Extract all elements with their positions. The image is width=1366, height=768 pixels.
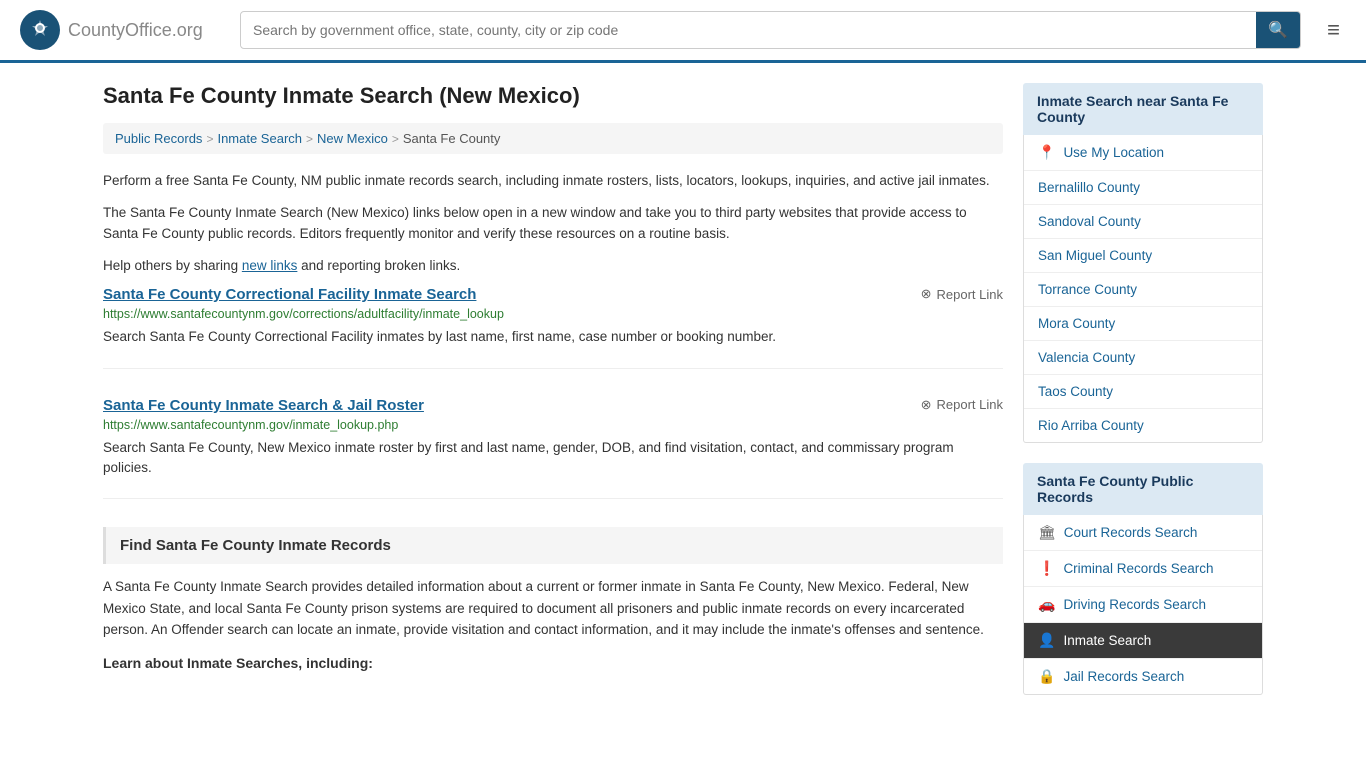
breadcrumb: Public Records > Inmate Search > New Mex…: [103, 123, 1003, 154]
result-2-desc: Search Santa Fe County, New Mexico inmat…: [103, 438, 1003, 479]
sidebar-item-bernalillo[interactable]: Bernalillo County: [1024, 171, 1262, 205]
criminal-icon: ❗: [1038, 560, 1055, 577]
find-section-text: A Santa Fe County Inmate Search provides…: [103, 576, 1003, 641]
sidebar-public-records-header: Santa Fe County Public Records: [1023, 463, 1263, 515]
taos-link[interactable]: Taos County: [1038, 384, 1113, 399]
result-1-title[interactable]: Santa Fe County Correctional Facility In…: [103, 286, 476, 303]
breadcrumb-public-records[interactable]: Public Records: [115, 131, 202, 146]
sidebar: Inmate Search near Santa Fe County 📍 Use…: [1023, 83, 1263, 715]
search-bar: 🔍: [240, 11, 1301, 49]
sidebar-item-valencia[interactable]: Valencia County: [1024, 341, 1262, 375]
breadcrumb-sep-3: >: [392, 132, 399, 146]
result-2-report-link[interactable]: ⊗ Report Link: [921, 397, 1003, 413]
result-2-url[interactable]: https://www.santafecountynm.gov/inmate_l…: [103, 418, 1003, 432]
hamburger-menu-icon[interactable]: ≡: [1321, 11, 1346, 49]
car-icon: 🚗: [1038, 596, 1055, 613]
intro-paragraph-2: The Santa Fe County Inmate Search (New M…: [103, 202, 1003, 245]
page-title: Santa Fe County Inmate Search (New Mexic…: [103, 83, 1003, 109]
logo-icon: [20, 10, 60, 50]
search-input[interactable]: [241, 14, 1256, 46]
sidebar-item-driving-records[interactable]: 🚗 Driving Records Search: [1024, 587, 1262, 623]
search-button[interactable]: 🔍: [1256, 12, 1300, 48]
result-1-desc: Search Santa Fe County Correctional Faci…: [103, 327, 1003, 347]
breadcrumb-new-mexico[interactable]: New Mexico: [317, 131, 388, 146]
sidebar-public-records-list: 🏛 Court Records Search ❗ Criminal Record…: [1023, 515, 1263, 695]
intro3-suffix: and reporting broken links.: [301, 258, 460, 273]
criminal-records-link[interactable]: Criminal Records Search: [1063, 561, 1213, 576]
court-records-link[interactable]: Court Records Search: [1064, 525, 1198, 540]
logo-text: CountyOffice.org: [68, 20, 203, 41]
intro-paragraph-3: Help others by sharing new links and rep…: [103, 255, 1003, 277]
result-1-header: Santa Fe County Correctional Facility In…: [103, 286, 1003, 303]
sidebar-item-inmate-search[interactable]: 👤 Inmate Search: [1024, 623, 1262, 659]
sidebar-item-rio-arriba[interactable]: Rio Arriba County: [1024, 409, 1262, 442]
sidebar-nearby-list: 📍 Use My Location Bernalillo County Sand…: [1023, 135, 1263, 443]
sidebar-nearby-header: Inmate Search near Santa Fe County: [1023, 83, 1263, 135]
use-my-location-link[interactable]: Use My Location: [1063, 145, 1164, 160]
find-section-heading: Find Santa Fe County Inmate Records: [103, 527, 1003, 564]
report-label-2: Report Link: [937, 397, 1003, 412]
sandoval-link[interactable]: Sandoval County: [1038, 214, 1141, 229]
intro-paragraph-1: Perform a free Santa Fe County, NM publi…: [103, 170, 1003, 192]
mora-link[interactable]: Mora County: [1038, 316, 1115, 331]
logo-area: CountyOffice.org: [20, 10, 220, 50]
sidebar-item-jail-records[interactable]: 🔒 Jail Records Search: [1024, 659, 1262, 694]
sidebar-item-use-my-location[interactable]: 📍 Use My Location: [1024, 135, 1262, 171]
new-links-link[interactable]: new links: [242, 258, 298, 273]
rio-arriba-link[interactable]: Rio Arriba County: [1038, 418, 1144, 433]
sidebar-nearby-section: Inmate Search near Santa Fe County 📍 Use…: [1023, 83, 1263, 443]
breadcrumb-sep-1: >: [206, 132, 213, 146]
driving-records-link[interactable]: Driving Records Search: [1063, 597, 1206, 612]
intro3-prefix: Help others by sharing: [103, 258, 238, 273]
sidebar-item-mora[interactable]: Mora County: [1024, 307, 1262, 341]
sidebar-item-taos[interactable]: Taos County: [1024, 375, 1262, 409]
result-1-url[interactable]: https://www.santafecountynm.gov/correcti…: [103, 307, 1003, 321]
result-item-2: Santa Fe County Inmate Search & Jail Ros…: [103, 397, 1003, 500]
report-label-1: Report Link: [937, 287, 1003, 302]
person-icon: 👤: [1038, 632, 1055, 649]
inmate-search-label: Inmate Search: [1063, 633, 1151, 648]
sidebar-item-torrance[interactable]: Torrance County: [1024, 273, 1262, 307]
result-2-header: Santa Fe County Inmate Search & Jail Ros…: [103, 397, 1003, 414]
location-pin-icon: 📍: [1038, 144, 1055, 161]
breadcrumb-current: Santa Fe County: [403, 131, 501, 146]
sidebar-item-court-records[interactable]: 🏛 Court Records Search: [1024, 515, 1262, 551]
bernalillo-link[interactable]: Bernalillo County: [1038, 180, 1140, 195]
lock-icon: 🔒: [1038, 668, 1055, 685]
page-header: CountyOffice.org 🔍 ≡: [0, 0, 1366, 63]
main-container: Santa Fe County Inmate Search (New Mexic…: [83, 63, 1283, 735]
valencia-link[interactable]: Valencia County: [1038, 350, 1135, 365]
sidebar-item-san-miguel[interactable]: San Miguel County: [1024, 239, 1262, 273]
result-2-title[interactable]: Santa Fe County Inmate Search & Jail Ros…: [103, 397, 424, 414]
sidebar-item-sandoval[interactable]: Sandoval County: [1024, 205, 1262, 239]
logo-name: CountyOffice: [68, 20, 172, 40]
san-miguel-link[interactable]: San Miguel County: [1038, 248, 1152, 263]
sidebar-public-records-section: Santa Fe County Public Records 🏛 Court R…: [1023, 463, 1263, 695]
jail-records-link[interactable]: Jail Records Search: [1063, 669, 1184, 684]
content-area: Santa Fe County Inmate Search (New Mexic…: [103, 83, 1003, 715]
breadcrumb-sep-2: >: [306, 132, 313, 146]
court-icon: 🏛: [1038, 524, 1056, 541]
report-icon-2: ⊗: [921, 397, 932, 413]
result-1-report-link[interactable]: ⊗ Report Link: [921, 286, 1003, 302]
learn-heading: Learn about Inmate Searches, including:: [103, 655, 1003, 671]
torrance-link[interactable]: Torrance County: [1038, 282, 1137, 297]
report-icon-1: ⊗: [921, 286, 932, 302]
breadcrumb-inmate-search[interactable]: Inmate Search: [217, 131, 302, 146]
logo-suffix: .org: [172, 20, 203, 40]
sidebar-item-criminal-records[interactable]: ❗ Criminal Records Search: [1024, 551, 1262, 587]
result-item-1: Santa Fe County Correctional Facility In…: [103, 286, 1003, 368]
